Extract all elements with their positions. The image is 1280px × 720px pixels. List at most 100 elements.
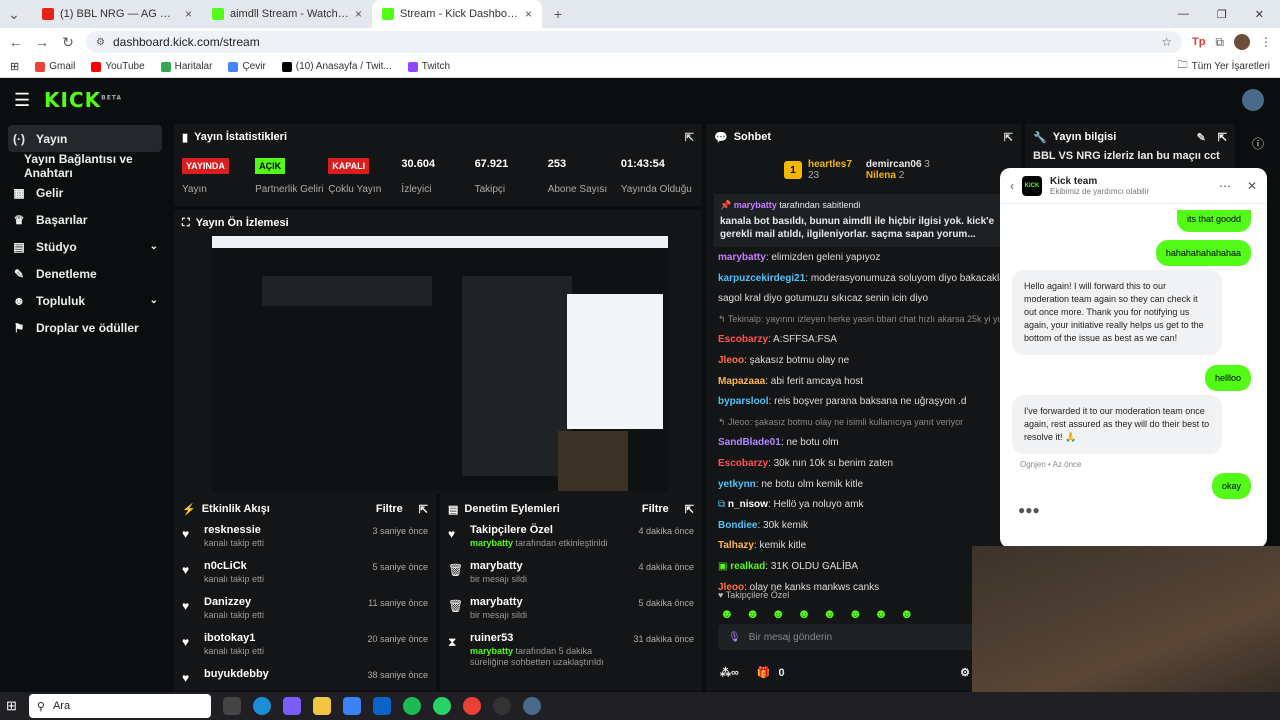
file-explorer-icon[interactable] bbox=[312, 697, 331, 715]
bookmark-gmail[interactable]: Gmail bbox=[35, 61, 75, 72]
browser-tab-1[interactable]: (1) BBL NRG — AG G2 | × bbox=[32, 0, 202, 28]
store-icon[interactable] bbox=[342, 697, 361, 715]
bookmark-youtube[interactable]: YouTube bbox=[91, 61, 145, 72]
sidebar-item-yayin[interactable]: (·) Yayın bbox=[8, 125, 162, 152]
browser-menu-icon[interactable]: ⋮ bbox=[1260, 35, 1272, 49]
new-tab-button[interactable]: + bbox=[550, 6, 566, 22]
chrome-icon[interactable] bbox=[462, 697, 481, 715]
apps-grid-icon[interactable]: ⊞ bbox=[10, 60, 19, 73]
mod-action-title[interactable]: marybatty bbox=[470, 560, 630, 572]
task-view-icon[interactable] bbox=[222, 697, 241, 715]
bookmark-twitch[interactable]: Twitch bbox=[407, 61, 450, 72]
obs-icon[interactable] bbox=[492, 697, 511, 715]
profile-avatar[interactable] bbox=[1234, 34, 1250, 50]
extensions-puzzle-icon[interactable]: ⧉ bbox=[1215, 35, 1224, 50]
bookmark-translate[interactable]: Çevir bbox=[228, 61, 266, 72]
sidebar-item-denetleme[interactable]: ✎ Denetleme bbox=[0, 260, 170, 287]
back-chevron-icon[interactable]: ‹ bbox=[1010, 179, 1014, 193]
back-arrow-icon[interactable]: ← bbox=[8, 34, 24, 50]
browser-tab-2[interactable]: aimdll Stream - Watch Live on × bbox=[202, 0, 372, 28]
points-icon[interactable]: ⁂∞ bbox=[720, 666, 739, 679]
chat-username[interactable]: Jleoo bbox=[718, 355, 744, 366]
spotify-icon[interactable] bbox=[402, 697, 421, 715]
chat-username[interactable]: n_nisow bbox=[728, 499, 768, 510]
chat-input[interactable]: 🎙 Bir mesaj gönderin bbox=[718, 624, 978, 650]
sidebar-item-droplar[interactable]: ⚑ Droplar ve ödüller bbox=[0, 314, 170, 341]
gift-icon[interactable]: 🎁 bbox=[757, 666, 771, 679]
sidebar-item-topluluk[interactable]: ☻ Topluluk ⌄ bbox=[0, 287, 170, 314]
taskbar-search[interactable]: ⚲ Ara bbox=[28, 694, 211, 718]
emote-icon[interactable]: ☻ bbox=[848, 606, 862, 621]
browser-tab-3[interactable]: Stream - Kick Dashboard × bbox=[372, 0, 542, 28]
follower-name[interactable]: resknessie bbox=[204, 524, 364, 536]
chat-username[interactable]: Escobarzy bbox=[718, 334, 768, 345]
chat-username[interactable]: yetkynn bbox=[718, 479, 756, 490]
popout-icon[interactable]: ⇱ bbox=[685, 131, 694, 144]
settings-gear-icon[interactable]: ⚙ bbox=[960, 666, 970, 679]
app-icon[interactable] bbox=[522, 697, 541, 715]
emote-icon[interactable]: ☻ bbox=[823, 606, 837, 621]
moderator-name[interactable]: marybatty bbox=[470, 646, 513, 656]
bookmark-x[interactable]: (10) Anasayfa / Twit... bbox=[281, 61, 392, 72]
chat-username[interactable]: byparslool bbox=[718, 396, 769, 407]
emote-icon[interactable]: ☻ bbox=[720, 606, 734, 621]
mod-action-title[interactable]: marybatty bbox=[470, 596, 630, 608]
follower-name[interactable]: ibotokay1 bbox=[204, 632, 359, 644]
outlook-icon[interactable] bbox=[372, 697, 391, 715]
gifter-name[interactable]: Nilena bbox=[866, 170, 896, 181]
popout-icon[interactable]: ⇱ bbox=[1218, 131, 1227, 144]
site-info-icon[interactable]: ⚙ bbox=[96, 37, 105, 48]
sidebar-item-basarilar[interactable]: ♛ Başarılar bbox=[0, 206, 170, 233]
restore-window-icon[interactable]: ❐ bbox=[1217, 8, 1227, 21]
emote-icon[interactable]: ☻ bbox=[771, 606, 785, 621]
pinned-by-user[interactable]: marybatty bbox=[734, 200, 777, 210]
popout-icon[interactable]: ⇱ bbox=[419, 503, 428, 516]
all-bookmarks-folder[interactable]: 🗀 Tüm Yer İşaretleri bbox=[1178, 58, 1270, 75]
chat-username[interactable]: Bondiee bbox=[718, 520, 757, 531]
chat-username[interactable]: realkad bbox=[730, 561, 765, 572]
emote-icon[interactable]: ☻ bbox=[746, 606, 760, 621]
chat-username[interactable]: Talhazy bbox=[718, 540, 754, 551]
stream-video-preview[interactable] bbox=[212, 236, 668, 491]
bookmark-star-icon[interactable]: ☆ bbox=[1161, 35, 1172, 49]
chat-username[interactable]: Mapazaaa bbox=[718, 376, 765, 387]
filter-button[interactable]: Filtre bbox=[376, 503, 403, 515]
info-icon[interactable]: ⓘ bbox=[1252, 135, 1264, 152]
hamburger-menu-icon[interactable]: ☰ bbox=[14, 90, 38, 111]
extension-icon[interactable]: Tp bbox=[1192, 36, 1205, 48]
address-bar[interactable]: ⚙ dashboard.kick.com/stream ☆ bbox=[86, 31, 1182, 53]
emote-icon[interactable]: ☻ bbox=[874, 606, 888, 621]
chat-username[interactable]: SandBlade01 bbox=[718, 437, 781, 448]
tab-search-button[interactable]: ⌄ bbox=[6, 6, 22, 23]
microphone-icon[interactable]: 🎙 bbox=[728, 632, 741, 643]
chat-username[interactable]: Escobarzy bbox=[718, 458, 768, 469]
more-options-icon[interactable]: ⋯ bbox=[1219, 179, 1231, 193]
filter-button[interactable]: Filtre bbox=[642, 503, 669, 515]
minimize-window-icon[interactable]: — bbox=[1178, 8, 1189, 21]
sidebar-item-gelir[interactable]: ▦ Gelir bbox=[0, 179, 170, 206]
copilot-icon[interactable] bbox=[282, 697, 301, 715]
emote-icon[interactable]: ☻ bbox=[900, 606, 914, 621]
user-avatar[interactable] bbox=[1242, 89, 1264, 111]
close-window-icon[interactable]: ✕ bbox=[1255, 8, 1264, 21]
top-gifter-name[interactable]: heartles7 bbox=[808, 159, 852, 170]
bookmark-maps[interactable]: Haritalar bbox=[160, 61, 212, 72]
close-tab-icon[interactable]: × bbox=[525, 7, 532, 21]
close-tab-icon[interactable]: × bbox=[355, 7, 362, 21]
edge-browser-icon[interactable] bbox=[252, 697, 271, 715]
moderator-name[interactable]: marybatty bbox=[470, 538, 513, 548]
close-icon[interactable]: ✕ bbox=[1247, 179, 1257, 193]
popout-icon[interactable]: ⇱ bbox=[1004, 131, 1013, 144]
reload-icon[interactable]: ↻ bbox=[60, 34, 76, 51]
follower-name[interactable]: n0cLiCk bbox=[204, 560, 364, 572]
emote-icon[interactable]: ☻ bbox=[797, 606, 811, 621]
follower-name[interactable]: buyukdebby bbox=[204, 668, 359, 680]
chat-username[interactable]: marybatty bbox=[718, 252, 766, 263]
kick-logo[interactable]: KICKBETA bbox=[44, 88, 122, 112]
popout-icon[interactable]: ⇱ bbox=[685, 503, 694, 516]
edit-pencil-icon[interactable]: ✎ bbox=[1197, 131, 1206, 144]
windows-start-icon[interactable]: ⊞ bbox=[6, 698, 17, 714]
sidebar-item-stream-key[interactable]: Yayın Bağlantısı ve Anahtarı bbox=[0, 152, 170, 180]
gifter-name[interactable]: demircan06 bbox=[866, 159, 922, 170]
telegram-icon[interactable] bbox=[432, 697, 451, 715]
